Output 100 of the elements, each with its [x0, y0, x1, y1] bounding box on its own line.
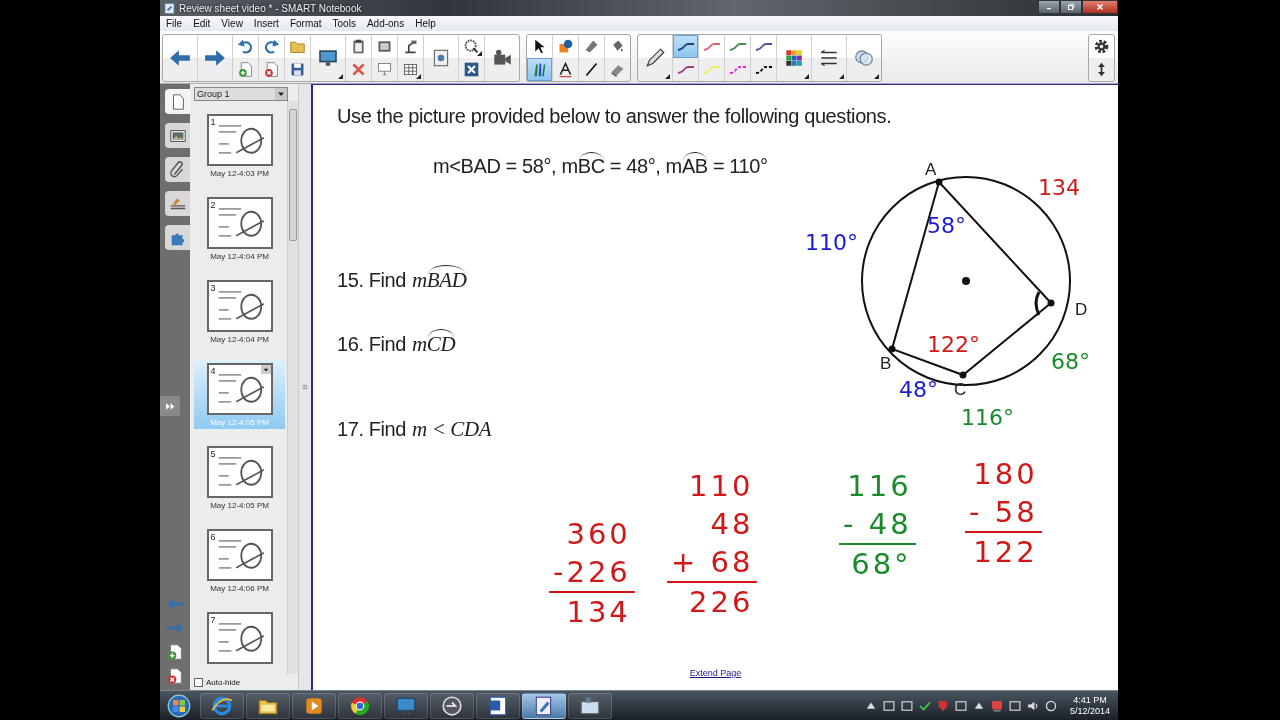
page-thumbnail[interactable]: 1: [206, 114, 273, 166]
pens-icon: [531, 61, 548, 78]
handwritten-number: 134: [566, 594, 631, 631]
math-term: BC: [577, 155, 605, 178]
handwritten-note: 48°: [899, 377, 938, 402]
page-thumbnail[interactable]: 2: [206, 197, 273, 249]
page-thumbnail-item[interactable]: 1 May 12-4:03 PM: [194, 110, 286, 180]
page-thumbnail-item[interactable]: 7: [194, 608, 286, 666]
page-time: May 12-4:05 PM: [210, 418, 269, 427]
clock-date: 5/12/2014: [1069, 705, 1110, 717]
scrollbar[interactable]: [287, 101, 298, 674]
taskbar-button[interactable]: [292, 692, 336, 719]
grip-icon: [301, 383, 309, 391]
marker-icon: [583, 38, 600, 55]
taskbar-button[interactable]: [476, 692, 520, 719]
page-thumbnail-item[interactable]: 4 May 12-4:05 PM: [194, 359, 286, 429]
clock[interactable]: 4:41 PM 5/12/2014: [1059, 694, 1118, 717]
taskbar-button[interactable]: [568, 692, 612, 719]
sidebar-tab[interactable]: [165, 89, 190, 114]
page-time: May 12-4:04 PM: [210, 335, 269, 344]
slide-sketch-icon: [217, 373, 264, 403]
tool-button[interactable]: [673, 35, 698, 58]
globe-icon: [211, 694, 233, 717]
page-thumbnail-item[interactable]: 6 May 12-4:06 PM: [194, 525, 286, 595]
menu-item[interactable]: Edit: [193, 18, 211, 29]
close-box-icon: [463, 61, 480, 78]
slide-sketch-icon: [217, 290, 264, 320]
page-thumbnail[interactable]: 6: [206, 529, 273, 581]
dropdown-arrow-icon: [665, 74, 670, 79]
question-label: 16. Find: [337, 333, 407, 355]
page-time: May 12-4:04 PM: [210, 252, 269, 261]
menu-item[interactable]: File: [166, 18, 183, 29]
page-plus-icon: [166, 643, 184, 661]
handwritten-note: 68°: [1051, 349, 1090, 374]
page-thumbnail-item[interactable]: 3 May 12-4:04 PM: [194, 276, 286, 346]
taskbar-button[interactable]: [246, 692, 290, 719]
dropdown-arrow-icon: [416, 74, 421, 79]
notebook-icon: [163, 1, 176, 15]
sidebar-tab[interactable]: [165, 225, 190, 250]
slide-sketch-icon: [217, 124, 264, 154]
restore-button[interactable]: [1060, 0, 1082, 14]
menu-item[interactable]: Help: [415, 18, 436, 29]
slide-sketch-icon: [217, 207, 264, 237]
taskbar-button[interactable]: [338, 692, 382, 719]
dial-icon: [463, 38, 480, 55]
pencil-icon: [644, 47, 666, 69]
menu-item[interactable]: Format: [289, 18, 322, 29]
extend-page-link[interactable]: Extend Page: [689, 668, 742, 678]
page-number: 2: [210, 201, 216, 210]
flag-icon: [989, 698, 1004, 713]
menu-item[interactable]: Add-ons: [366, 18, 405, 29]
checkbox[interactable]: [194, 677, 203, 687]
taskbar-button[interactable]: [522, 692, 566, 719]
taskbar-button[interactable]: [200, 692, 244, 719]
handwritten-note: 110°: [805, 230, 858, 255]
page-thumbnail[interactable]: 3: [206, 280, 273, 332]
menu-item[interactable]: Insert: [253, 18, 279, 29]
tray-window-icon: [881, 698, 896, 713]
sidebar-tab[interactable]: [165, 191, 190, 216]
handwritten-note: 134: [1038, 175, 1080, 200]
handwritten-note: 122°: [927, 332, 980, 357]
sidebar-tab[interactable]: [165, 123, 190, 148]
page-number: 7: [210, 616, 216, 625]
page-number: 4: [210, 367, 216, 376]
capture-icon: [376, 38, 393, 55]
auto-hide-checkbox[interactable]: Auto-hide: [194, 674, 298, 690]
close-button[interactable]: [1082, 0, 1118, 14]
page-thumbnail[interactable]: 5: [206, 446, 273, 498]
page-thumbnail-item[interactable]: 2 May 12-4:04 PM: [194, 193, 286, 263]
page-thumbnail-item[interactable]: 5 May 12-4:05 PM: [194, 442, 286, 512]
minimize-button[interactable]: [1038, 0, 1060, 14]
panel-splitter[interactable]: [298, 84, 313, 690]
scroll-thumb[interactable]: [289, 109, 297, 241]
handwritten-number: 226: [689, 584, 754, 621]
expand-button[interactable]: [160, 396, 180, 416]
window-icon: [579, 694, 601, 717]
slide-sketch-icon: [217, 622, 264, 652]
group-dropdown[interactable]: Group 1: [194, 87, 288, 101]
thumbnail-menu-button[interactable]: [260, 365, 271, 374]
slide-sketch-icon: [217, 539, 264, 569]
delete-icon: [350, 61, 367, 78]
page-time: May 12-4:03 PM: [210, 169, 269, 178]
page-thumbnail[interactable]: 4: [206, 363, 273, 415]
handwritten-number: 180: [973, 456, 1038, 493]
sidebar-tab[interactable]: [165, 157, 190, 182]
math-term: m: [412, 268, 427, 292]
close-icon: [1095, 2, 1105, 12]
page-number: 5: [210, 450, 216, 459]
point-label: D: [1075, 300, 1088, 319]
page-number: 6: [210, 533, 216, 542]
taskbar-button[interactable]: [430, 692, 474, 719]
math-term: = 110°: [711, 155, 768, 177]
slide-sketch-icon: [217, 456, 264, 486]
dropdown-button[interactable]: [275, 88, 287, 100]
screen-shade-icon: [376, 61, 393, 78]
menu-item[interactable]: View: [221, 18, 243, 29]
menu-item[interactable]: Tools: [332, 18, 356, 29]
ring-icon: [1043, 698, 1058, 713]
page-thumbnail[interactable]: 7: [206, 612, 273, 664]
math-term: CD: [426, 332, 456, 357]
